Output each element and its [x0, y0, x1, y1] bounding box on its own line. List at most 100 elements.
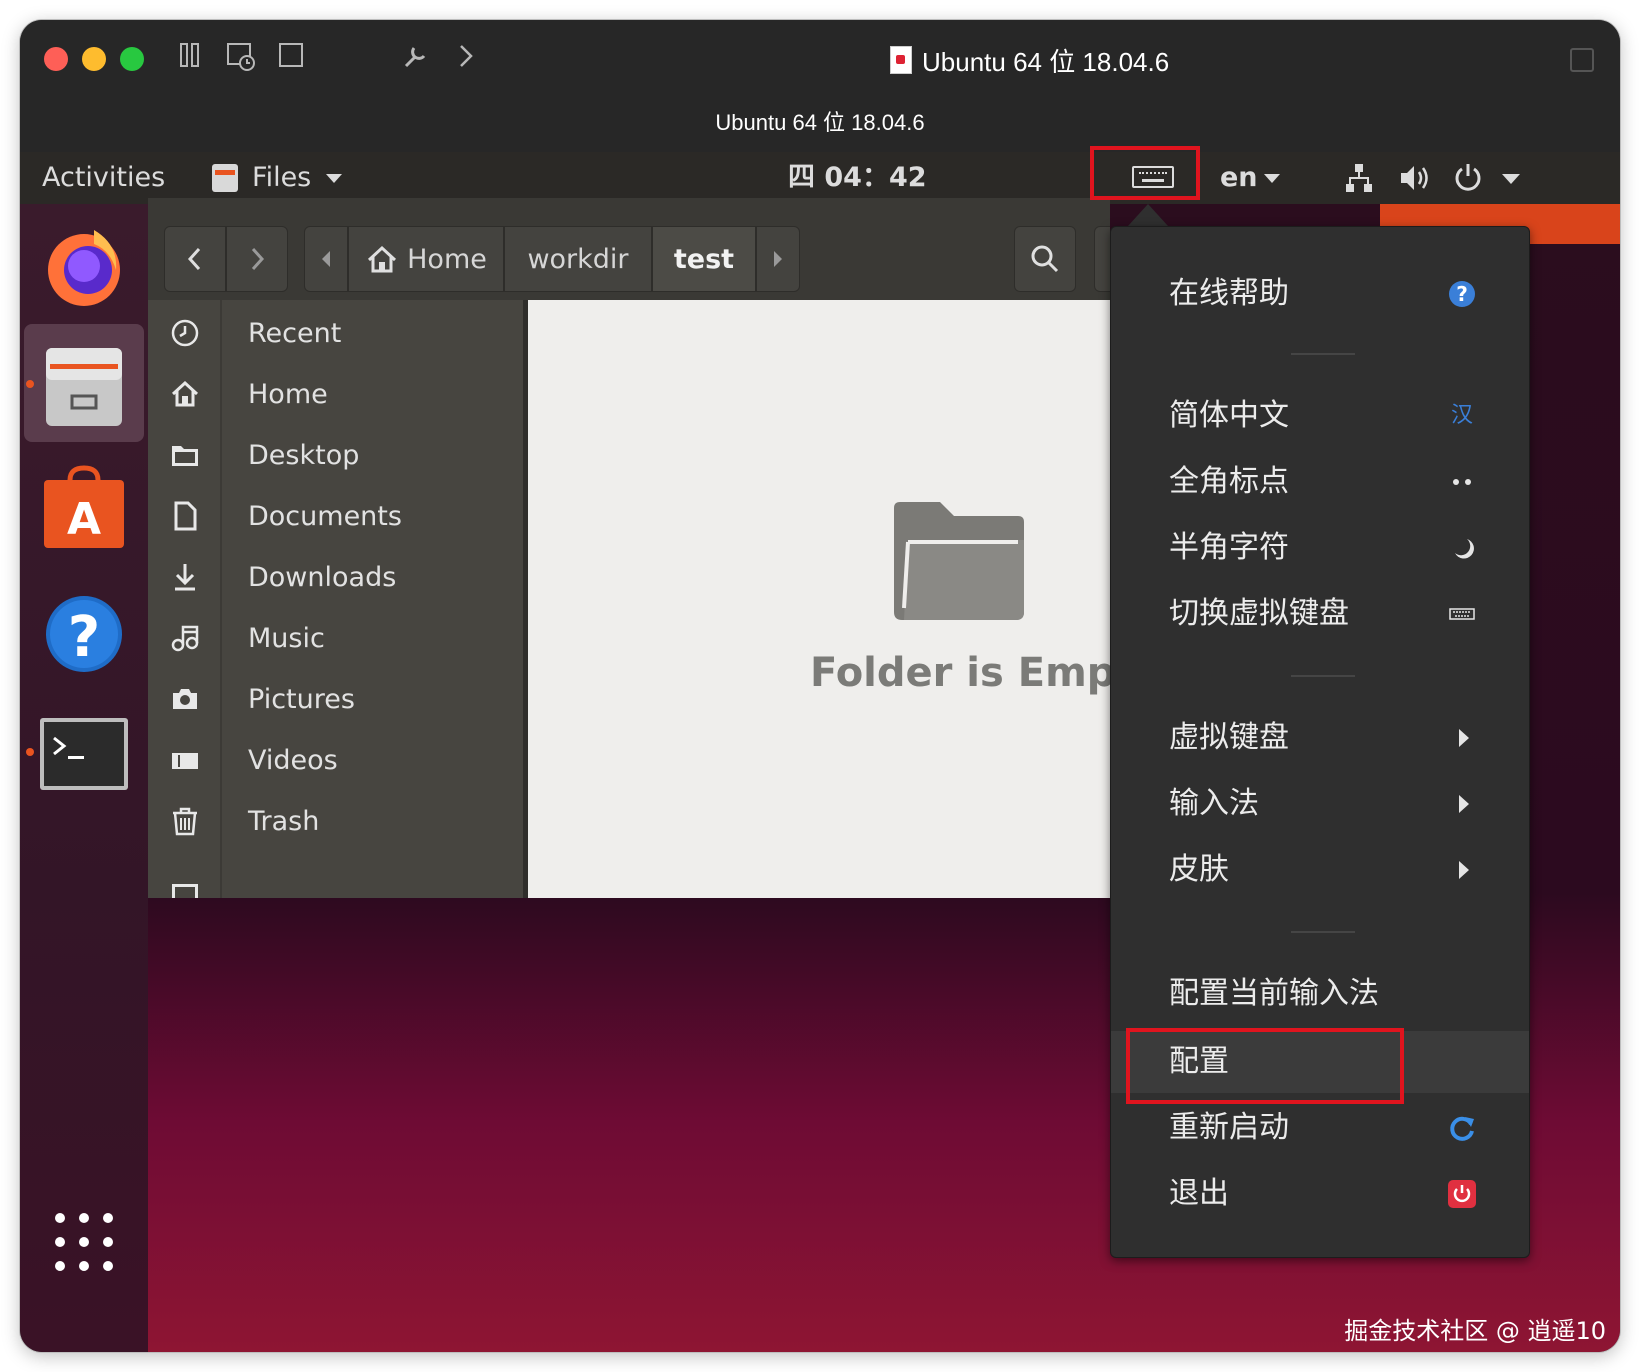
volume-icon[interactable] [1398, 162, 1432, 201]
search-button[interactable] [1014, 226, 1076, 292]
watermark: 掘金技术社区 @ 逍遥10 [1344, 1317, 1606, 1345]
app-menu-files[interactable]: Files [252, 160, 311, 196]
vm-titlebar: Ubuntu 64 位 18.04.6 Ubuntu 64 位 18.04.6 [20, 20, 1620, 152]
fullwidth-punct-icon [1447, 467, 1477, 497]
sidebar-item-music[interactable]: Music [148, 611, 526, 667]
zoom-button[interactable] [120, 47, 144, 71]
lang-caret-down-icon [1264, 174, 1280, 183]
sidebar-item-desktop[interactable]: Desktop [148, 428, 526, 484]
gnome-top-bar: Activities Files 四 04：42 en [20, 152, 1620, 204]
caret-down-icon [326, 174, 342, 183]
snapshot-icon[interactable] [226, 42, 256, 80]
menu-item-halfwidth-char[interactable]: 半角字符 [1111, 517, 1529, 579]
breadcrumb-home[interactable]: Home [348, 226, 504, 292]
sidebar-item-label: Pictures [248, 684, 355, 715]
sidebar-item-home[interactable]: Home [148, 367, 526, 423]
firefox-icon[interactable] [40, 220, 128, 308]
menu-item-restart[interactable]: 重新启动 [1111, 1097, 1529, 1159]
download-icon [170, 562, 200, 592]
clock[interactable]: 四 04：42 [788, 160, 927, 196]
menu-item-fullwidth-punct[interactable]: 全角标点 [1111, 451, 1529, 513]
keyboard-icon [1447, 599, 1477, 629]
submenu-arrow-icon [1459, 729, 1469, 747]
home-icon [368, 245, 397, 273]
files-window: Home workdir test Recent Home Desktop Do… [148, 198, 1110, 898]
svg-text:?: ? [1456, 282, 1468, 306]
forward-button[interactable] [226, 226, 288, 292]
menu-item-label: 皮肤 [1169, 852, 1229, 887]
menu-item-label: 简体中文 [1169, 398, 1289, 433]
menu-item-toggle-vkb[interactable]: 切换虚拟键盘 [1111, 583, 1529, 645]
vm-title-text: Ubuntu 64 位 18.04.6 [922, 46, 1170, 77]
vm-window: Ubuntu 64 位 18.04.6 Ubuntu 64 位 18.04.6 … [20, 20, 1620, 1352]
menu-separator [1291, 675, 1355, 677]
terminal-icon[interactable] [40, 718, 128, 806]
breadcrumb-test[interactable]: test [652, 226, 756, 292]
menu-item-label: 输入法 [1169, 786, 1259, 821]
keyboard-lang[interactable]: en [1220, 160, 1258, 196]
sidebar-item-recent[interactable]: Recent [148, 306, 526, 362]
menu-item-input-method[interactable]: 输入法 [1111, 773, 1529, 835]
quit-power-icon [1447, 1179, 1477, 1209]
sidebar-item-trash[interactable]: Trash [148, 794, 526, 850]
menu-item-label: 半角字符 [1169, 530, 1289, 565]
search-icon [1031, 245, 1059, 273]
menu-pointer [1128, 204, 1168, 226]
sidebar-item-documents[interactable]: Documents [148, 489, 526, 545]
menu-item-label: 在线帮助 [1169, 276, 1289, 311]
menu-item-virtual-keyboard[interactable]: 虚拟键盘 [1111, 707, 1529, 769]
sidebar-item-videos[interactable]: Videos [148, 733, 526, 789]
files-dock-icon[interactable] [40, 342, 128, 430]
empty-folder-label: Folder is Empty [810, 650, 1110, 696]
reload-icon [1447, 1113, 1477, 1143]
view-button[interactable] [1094, 226, 1110, 292]
sidebar-item-label: Home [248, 379, 328, 410]
menu-item-skin[interactable]: 皮肤 [1111, 839, 1529, 901]
sidebar-item-downloads[interactable]: Downloads [148, 550, 526, 606]
running-indicator [26, 380, 34, 388]
pause-icon[interactable] [178, 42, 202, 76]
svg-text:?: ? [68, 605, 100, 670]
software-center-icon[interactable]: A [40, 464, 128, 552]
vm-title: Ubuntu 64 位 18.04.6 [890, 40, 1169, 80]
menu-item-label: 虚拟键盘 [1169, 720, 1289, 755]
power-icon[interactable] [1452, 161, 1484, 200]
close-button[interactable] [44, 47, 68, 71]
submenu-arrow-icon [1459, 795, 1469, 813]
svg-text:A: A [67, 494, 101, 545]
minimize-button[interactable] [82, 47, 106, 71]
submenu-arrow-icon [1459, 861, 1469, 879]
network-icon[interactable] [1344, 162, 1374, 201]
menu-item-quit[interactable]: 退出 [1111, 1163, 1529, 1225]
settings-wrench-icon[interactable] [400, 42, 430, 80]
chevron-right-icon[interactable] [456, 42, 476, 78]
files-sidebar: Recent Home Desktop Documents Downloads … [148, 300, 526, 898]
files-headerbar: Home workdir test [148, 198, 1110, 300]
sidebar-item-label: Recent [248, 318, 342, 349]
show-apps-icon[interactable] [50, 1208, 118, 1276]
folder-icon [170, 440, 200, 470]
system-caret-down-icon[interactable] [1502, 174, 1520, 184]
sidebar-item-label: Videos [248, 745, 338, 776]
chinese-mode-icon: 汉 [1450, 403, 1473, 428]
activities-button[interactable]: Activities [42, 160, 165, 196]
menu-item-simplified-chinese[interactable]: 简体中文 汉 [1111, 385, 1529, 447]
menu-item-configure-current-im[interactable]: 配置当前输入法 [1111, 963, 1529, 1025]
breadcrumb-scroll-left[interactable] [304, 226, 348, 292]
breadcrumb-home-label: Home [407, 243, 487, 275]
sidebar-item-label: Trash [248, 806, 320, 837]
back-button[interactable] [164, 226, 226, 292]
menu-item-label: 全角标点 [1169, 464, 1289, 499]
breadcrumb-workdir[interactable]: workdir [504, 226, 652, 292]
fullscreen-icon[interactable] [278, 42, 304, 76]
configure-highlight-box [1126, 1028, 1404, 1104]
menu-item-label: 配置当前输入法 [1169, 976, 1379, 1011]
menu-item-online-help[interactable]: 在线帮助 ? [1111, 263, 1529, 325]
empty-folder-icon [894, 502, 1024, 620]
sidebar-item-pictures[interactable]: Pictures [148, 672, 526, 728]
breadcrumb-scroll-right[interactable] [756, 226, 800, 292]
duplicate-window-icon[interactable] [1570, 48, 1594, 72]
sidebar-item-label: Downloads [248, 562, 397, 593]
help-icon[interactable]: ? [40, 590, 128, 678]
sidebar-divider [220, 300, 222, 898]
